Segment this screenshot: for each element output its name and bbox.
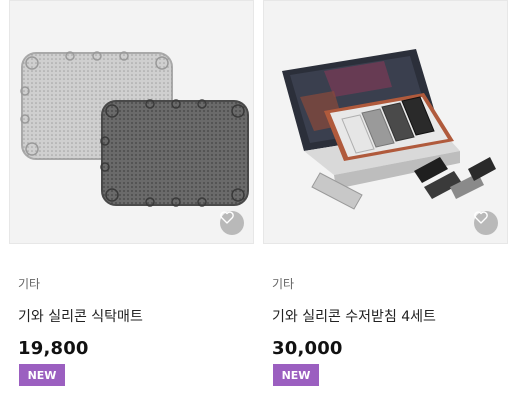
product-price: 30,000 (272, 338, 343, 359)
product-image[interactable] (9, 0, 254, 244)
heart-outline-icon (474, 211, 488, 224)
spoon-rest-box-illustration (282, 49, 496, 210)
heart-outline-icon (220, 211, 234, 224)
product-image[interactable] (263, 0, 508, 244)
new-badge: NEW (273, 364, 319, 386)
new-badge: NEW (19, 364, 65, 386)
product-category: 기타 (272, 277, 295, 291)
table-mats-illustration (20, 51, 249, 207)
wishlist-button[interactable] (220, 211, 244, 235)
product-card[interactable]: 기타 기와 실리콘 수저받침 4세트 30,000 NEW (263, 0, 508, 386)
product-name[interactable]: 기와 실리콘 수저받침 4세트 (272, 306, 436, 326)
product-card[interactable]: 기타 기와 실리콘 식탁매트 19,800 NEW (9, 0, 254, 386)
product-name[interactable]: 기와 실리콘 식탁매트 (18, 306, 143, 326)
product-price: 19,800 (18, 338, 89, 359)
wishlist-button[interactable] (474, 211, 498, 235)
product-category: 기타 (18, 277, 41, 291)
